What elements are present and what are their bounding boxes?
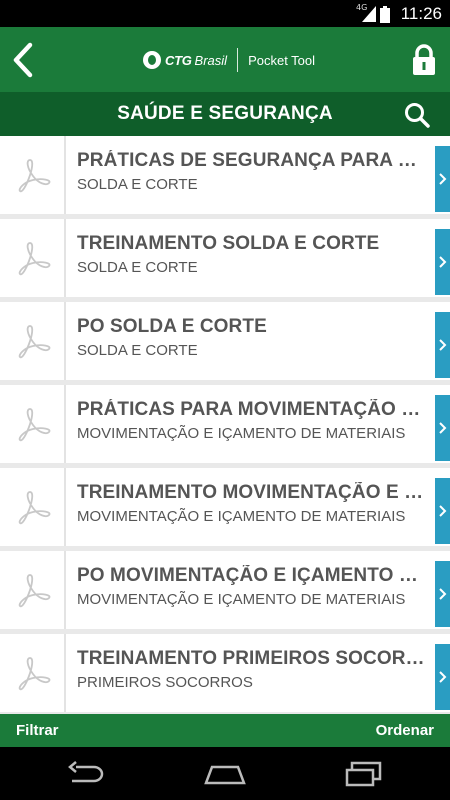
item-thumbnail xyxy=(0,219,66,297)
nav-back-icon[interactable] xyxy=(66,761,106,787)
section-title: SAÚDE E SEGURANÇA xyxy=(117,103,333,124)
pdf-icon xyxy=(18,574,51,608)
item-thumbnail xyxy=(0,634,66,712)
bottom-action-bar: Filtrar Ordenar xyxy=(0,714,450,747)
item-thumbnail xyxy=(0,468,66,546)
item-open-button[interactable] xyxy=(435,146,450,212)
item-open-button[interactable] xyxy=(435,395,450,461)
pdf-icon xyxy=(18,491,51,525)
list-item[interactable]: TREINAMENTO MOVIMENTAÇÃO E IÇAMENTO MOVIM… xyxy=(0,468,450,546)
item-open-button[interactable] xyxy=(435,561,450,627)
list-item[interactable]: TREINAMENTO SOLDA E CORTE SOLDA E CORTE xyxy=(0,219,450,297)
app-bar: CTG Brasil Pocket Tool xyxy=(0,27,450,92)
list-item[interactable]: PRÁTICAS PARA MOVIMENTAÇÃO DE MATERIAIS M… xyxy=(0,385,450,463)
item-subtitle: PRIMEIROS SOCORROS xyxy=(77,674,253,691)
item-open-button[interactable] xyxy=(435,312,450,378)
item-subtitle: MOVIMENTAÇÃO E IÇAMENTO DE MATERIAIS xyxy=(77,508,406,525)
lock-icon[interactable] xyxy=(412,44,436,76)
chevron-right-icon xyxy=(439,173,447,185)
list-item[interactable]: TREINAMENTO PRIMEIROS SOCORROS PRIMEIROS … xyxy=(0,634,450,712)
brand-name: CTG xyxy=(165,52,192,68)
chevron-right-icon xyxy=(439,422,447,434)
item-thumbnail xyxy=(0,136,66,214)
item-subtitle: SOLDA E CORTE xyxy=(77,176,198,193)
item-title: PRÁTICAS DE SEGURANÇA PARA SOLDA E CORTE xyxy=(77,150,427,171)
item-subtitle: MOVIMENTAÇÃO E IÇAMENTO DE MATERIAIS xyxy=(77,425,406,442)
item-subtitle: SOLDA E CORTE xyxy=(77,259,198,276)
list-item[interactable]: PRÁTICAS DE SEGURANÇA PARA SOLDA E CORTE… xyxy=(0,136,450,214)
section-header: SAÚDE E SEGURANÇA xyxy=(0,92,450,136)
item-open-button[interactable] xyxy=(435,478,450,544)
pdf-icon xyxy=(18,242,51,276)
item-subtitle: SOLDA E CORTE xyxy=(77,342,198,359)
item-subtitle: MOVIMENTAÇÃO E IÇAMENTO DE MATERIAIS xyxy=(77,591,406,608)
list-item[interactable]: PO SOLDA E CORTE SOLDA E CORTE xyxy=(0,302,450,380)
item-title: TREINAMENTO PRIMEIROS SOCORROS xyxy=(77,648,427,669)
item-thumbnail xyxy=(0,302,66,380)
item-open-button[interactable] xyxy=(435,229,450,295)
ctg-logo-icon xyxy=(143,51,161,69)
status-bar: 4G 11:26 xyxy=(0,0,450,27)
filter-button[interactable]: Filtrar xyxy=(16,722,59,739)
signal-icon xyxy=(362,6,376,22)
status-time: 11:26 xyxy=(400,4,442,23)
pdf-icon xyxy=(18,325,51,359)
document-list: PRÁTICAS DE SEGURANÇA PARA SOLDA E CORTE… xyxy=(0,136,450,714)
item-title: PRÁTICAS PARA MOVIMENTAÇÃO DE MATERIAIS xyxy=(77,399,427,420)
chevron-right-icon xyxy=(439,339,447,351)
item-title: PO MOVIMENTAÇÃO E IÇAMENTO DE MATERIAIS xyxy=(77,565,427,586)
app-logo: CTG Brasil Pocket Tool xyxy=(143,47,315,73)
logo-divider xyxy=(237,48,239,72)
item-thumbnail xyxy=(0,385,66,463)
nav-home-icon[interactable] xyxy=(204,761,246,787)
pdf-icon xyxy=(18,657,51,691)
chevron-right-icon xyxy=(439,671,447,683)
item-title: TREINAMENTO SOLDA E CORTE xyxy=(77,233,380,254)
back-arrow-icon[interactable] xyxy=(8,41,38,79)
list-item[interactable]: PO MOVIMENTAÇÃO E IÇAMENTO DE MATERIAIS M… xyxy=(0,551,450,629)
pdf-icon xyxy=(18,408,51,442)
nav-recents-icon[interactable] xyxy=(344,761,384,787)
battery-icon xyxy=(380,6,390,23)
item-thumbnail xyxy=(0,551,66,629)
search-icon[interactable] xyxy=(404,102,430,128)
sort-button[interactable]: Ordenar xyxy=(376,722,434,739)
pdf-icon xyxy=(18,159,51,193)
app-name: Pocket Tool xyxy=(248,52,316,68)
item-open-button[interactable] xyxy=(435,644,450,710)
system-nav-bar xyxy=(0,747,450,800)
chevron-right-icon xyxy=(439,256,447,268)
brand-country: Brasil xyxy=(194,52,228,68)
item-title: PO SOLDA E CORTE xyxy=(77,316,267,337)
item-title: TREINAMENTO MOVIMENTAÇÃO E IÇAMENTO xyxy=(77,482,427,503)
chevron-right-icon xyxy=(439,588,447,600)
chevron-right-icon xyxy=(439,505,447,517)
